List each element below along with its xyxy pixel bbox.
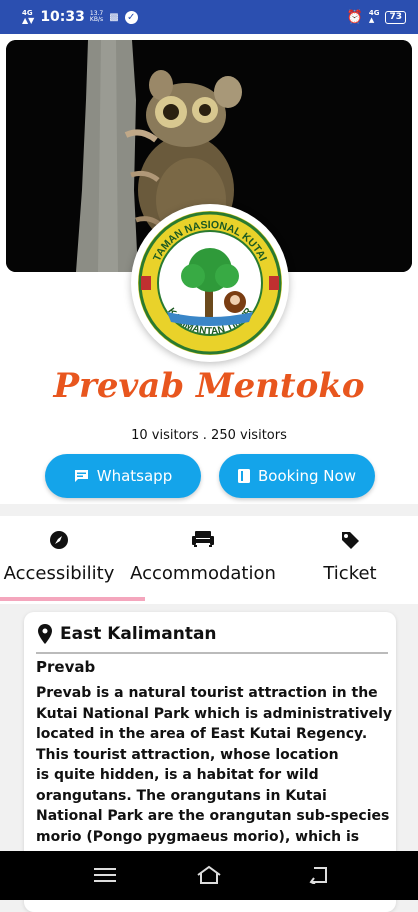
location-pin-icon <box>38 624 52 644</box>
description-line: located in the area of East Kutai Regenc… <box>36 726 368 742</box>
description-line: National Park are the orangutan sub-spec… <box>36 808 390 824</box>
network-indicator: 4G ▲▼ <box>22 9 35 25</box>
description-heading: Prevab <box>36 658 96 676</box>
back-icon[interactable] <box>308 866 330 888</box>
whatsapp-button[interactable]: Whatsapp <box>45 454 201 498</box>
home-icon[interactable] <box>196 865 222 889</box>
divider <box>36 652 388 654</box>
tab-ticket-label: Ticket <box>323 563 377 584</box>
active-tab-indicator <box>0 597 145 601</box>
place-title: Prevab Mentoko <box>53 366 365 406</box>
signal-icon: 4G ▲ <box>368 9 380 24</box>
tab-accommodation[interactable]: Accommodation <box>128 516 278 604</box>
description-line: Kutai National Park which is administrat… <box>36 705 393 722</box>
clock: 10:33 <box>40 9 85 25</box>
chat-icon <box>74 469 89 483</box>
tab-bar: Accessibility Accommodation Ticket <box>0 516 418 604</box>
location-row: East Kalimantan <box>38 624 217 644</box>
battery-indicator: 73 <box>385 10 406 24</box>
park-emblem-icon: TAMAN NASIONAL KUTAI KALIMANTAN TIMUR <box>138 211 282 355</box>
description-line: orangutans. The orangutans in Kutai <box>36 787 327 804</box>
park-logo: TAMAN NASIONAL KUTAI KALIMANTAN TIMUR <box>131 204 289 362</box>
tab-accessibility[interactable]: Accessibility <box>0 516 118 604</box>
tab-accommodation-label: Accommodation <box>130 563 276 584</box>
network-speed: 13.7 KB/s <box>89 10 104 23</box>
system-nav-bar <box>0 851 418 900</box>
location-label: East Kalimantan <box>60 624 217 644</box>
visitor-count: 10 visitors . 250 visitors <box>131 428 287 443</box>
description-line: morio (Pongo pygmaeus morio), which is <box>36 828 360 845</box>
booking-button[interactable]: Booking Now <box>219 454 375 498</box>
book-icon <box>238 469 251 483</box>
description-text: Prevab is a natural tourist attraction i… <box>36 683 396 847</box>
check-icon: ✓ <box>124 10 138 24</box>
compass-icon <box>49 530 69 554</box>
booking-button-label: Booking Now <box>258 467 356 485</box>
notification-icon: ▩ <box>109 11 119 23</box>
description-line: Prevab is a natural tourist attraction i… <box>36 685 378 701</box>
description-line: This tourist attraction, whose location <box>36 746 339 763</box>
status-bar: 4G ▲▼ 10:33 13.7 KB/s ▩ ✓ ⏰ 4G ▲ 73 <box>0 0 418 34</box>
tab-accessibility-label: Accessibility <box>3 563 115 584</box>
whatsapp-button-label: Whatsapp <box>96 467 173 485</box>
sofa-icon <box>191 530 215 552</box>
tab-ticket[interactable]: Ticket <box>300 516 400 604</box>
menu-icon[interactable] <box>94 867 116 887</box>
alarm-icon: ⏰ <box>346 9 363 25</box>
description-line: is quite hidden, is a habitat for wild <box>36 767 319 783</box>
tag-icon <box>340 530 360 554</box>
